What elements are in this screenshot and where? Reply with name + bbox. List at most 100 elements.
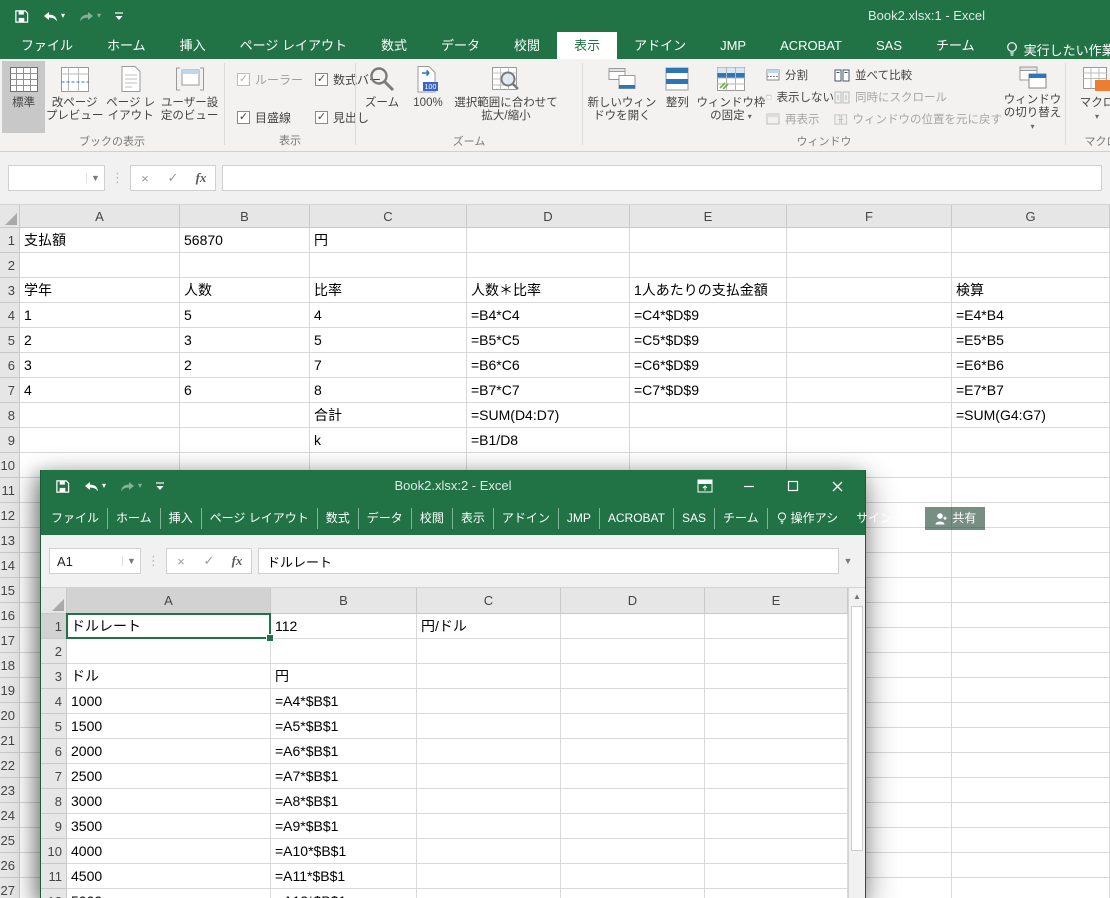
sheet1-cell-A3[interactable]: 学年 <box>20 278 180 303</box>
sheet2-cell-B8[interactable]: =A8*$B$1 <box>271 789 417 814</box>
sheet2-column-header-E[interactable]: E <box>705 588 848 614</box>
formula-expand-icon[interactable]: ▼ <box>839 556 857 566</box>
tab-review[interactable]: 校閲 <box>412 508 453 529</box>
sheet1-cell-A5[interactable]: 2 <box>20 328 180 353</box>
sheet2-cell-B3[interactable]: 円 <box>271 664 417 689</box>
macros-button[interactable]: マクロ▾ <box>1068 61 1110 133</box>
sheet1-cell-G6[interactable]: =E6*B6 <box>952 353 1110 378</box>
sheet2-column-header-C[interactable]: C <box>417 588 561 614</box>
sheet2-cell-C12[interactable] <box>417 889 561 898</box>
sheet1-cell-G22[interactable] <box>952 753 1110 778</box>
tab-add-ins[interactable]: アドイン <box>494 508 559 529</box>
sheet1-cell-G11[interactable] <box>952 478 1110 503</box>
sheet1-row-header-20[interactable]: 20 <box>0 703 20 728</box>
sheet2-cell-D12[interactable] <box>561 889 705 898</box>
sheet2-cell-D1[interactable] <box>561 614 705 639</box>
sheet1-cell-G5[interactable]: =E5*B5 <box>952 328 1110 353</box>
sheet1-row-header-15[interactable]: 15 <box>0 578 20 603</box>
ruler-checkbox[interactable]: ✓ルーラー <box>237 71 303 88</box>
sheet2-cell-C9[interactable] <box>417 814 561 839</box>
sheet1-cell-C9[interactable]: k <box>310 428 467 453</box>
sheet1-row-header-10[interactable]: 10 <box>0 453 20 478</box>
sheet1-cell-D5[interactable]: =B5*C5 <box>467 328 630 353</box>
tab-jmp[interactable]: JMP <box>703 32 763 59</box>
sheet1-cell-E7[interactable]: =C7*$D$9 <box>630 378 787 403</box>
sheet1-cell-G24[interactable] <box>952 803 1110 828</box>
sheet2-cell-D7[interactable] <box>561 764 705 789</box>
sheet1-column-header-G[interactable]: G <box>952 205 1110 228</box>
sheet1-cell-C8[interactable]: 合計 <box>310 403 467 428</box>
switch-windows-button[interactable]: ウィンドウの切り替え ▾ <box>1002 61 1063 133</box>
sheet1-row-header-22[interactable]: 22 <box>0 753 20 778</box>
page-layout-button[interactable]: ページ レイアウト <box>104 61 157 133</box>
sheet1-cell-F6[interactable] <box>787 353 952 378</box>
sheet2-cell-A1[interactable]: ドルレート <box>67 614 271 639</box>
tell-me-box[interactable]: 実行したい作業を入力してください... <box>1006 40 1110 59</box>
redo-button[interactable]: ▾ <box>78 10 101 23</box>
sheet2-cell-E1[interactable] <box>705 614 848 639</box>
customize-qat-button[interactable] <box>114 11 124 21</box>
sheet1-cell-E4[interactable]: =C4*$D$9 <box>630 303 787 328</box>
sheet1-cell-G8[interactable]: =SUM(G4:G7) <box>952 403 1110 428</box>
sheet2-column-header-B[interactable]: B <box>271 588 417 614</box>
formula-bar-separator[interactable]: ⋮ <box>105 170 130 186</box>
synchronous-scrolling-button[interactable]: 同時にスクロール <box>834 87 1002 107</box>
tab-jmp[interactable]: JMP <box>559 508 600 529</box>
tab-data[interactable]: データ <box>359 508 412 529</box>
page-break-preview-button[interactable]: 改ページ プレビュー <box>45 61 104 133</box>
sheet1-cell-G16[interactable] <box>952 603 1110 628</box>
sheet1-row-header-8[interactable]: 8 <box>0 403 20 428</box>
sheet1-cell-F1[interactable] <box>787 228 952 253</box>
sheet1-cell-C3[interactable]: 比率 <box>310 278 467 303</box>
sheet2-cell-D3[interactable] <box>561 664 705 689</box>
fx-icon[interactable]: fx <box>187 170 215 186</box>
normal-view-button[interactable]: 標準 <box>2 61 45 133</box>
sheet2-cell-A3[interactable]: ドル <box>67 664 271 689</box>
sheet2-cell-C8[interactable] <box>417 789 561 814</box>
name-box-caret-icon[interactable]: ▼ <box>122 556 140 566</box>
tab-sas[interactable]: SAS <box>674 508 715 529</box>
sheet1-column-header-E[interactable]: E <box>630 205 787 228</box>
vertical-scrollbar[interactable]: ▲ <box>848 588 865 898</box>
sheet1-cell-B4[interactable]: 5 <box>180 303 310 328</box>
sheet2-cell-A8[interactable]: 3000 <box>67 789 271 814</box>
sheet1-cell-F8[interactable] <box>787 403 952 428</box>
sheet1-row-header-5[interactable]: 5 <box>0 328 20 353</box>
sheet2-cell-D9[interactable] <box>561 814 705 839</box>
sheet2-cell-A4[interactable]: 1000 <box>67 689 271 714</box>
tab-team[interactable]: チーム <box>715 508 768 529</box>
sheet2-row-header-6[interactable]: 6 <box>41 739 67 764</box>
ribbon-display-options-button[interactable] <box>683 470 727 502</box>
sheet1-cell-F7[interactable] <box>787 378 952 403</box>
cancel-icon[interactable]: × <box>131 171 159 186</box>
split-button[interactable]: 分割 <box>766 65 834 85</box>
sheet2-cell-D4[interactable] <box>561 689 705 714</box>
sheet1-cell-G21[interactable] <box>952 728 1110 753</box>
sheet1-cell-F9[interactable] <box>787 428 952 453</box>
minimize-button[interactable] <box>727 470 771 502</box>
sheet2-cell-B4[interactable]: =A4*$B$1 <box>271 689 417 714</box>
maximize-button[interactable] <box>771 470 815 502</box>
sheet2-cell-E10[interactable] <box>705 839 848 864</box>
sheet1-row-header-3[interactable]: 3 <box>0 278 20 303</box>
sheet2-cell-C6[interactable] <box>417 739 561 764</box>
tab-file[interactable]: ファイル <box>4 32 90 59</box>
sheet1-cell-C2[interactable] <box>310 253 467 278</box>
sheet1-cell-D8[interactable]: =SUM(D4:D7) <box>467 403 630 428</box>
sheet1-cell-G14[interactable] <box>952 553 1110 578</box>
tab-acrobat[interactable]: ACROBAT <box>600 508 674 529</box>
sheet1-cell-A9[interactable] <box>20 428 180 453</box>
sheet1-cell-G15[interactable] <box>952 578 1110 603</box>
sheet1-cell-G25[interactable] <box>952 828 1110 853</box>
sheet1-cell-G1[interactable] <box>952 228 1110 253</box>
sheet2-row-header-10[interactable]: 10 <box>41 839 67 864</box>
sheet1-cell-F2[interactable] <box>787 253 952 278</box>
sheet2-cell-E11[interactable] <box>705 864 848 889</box>
sheet2-cell-C5[interactable] <box>417 714 561 739</box>
sheet2-row-header-5[interactable]: 5 <box>41 714 67 739</box>
sheet2-cell-B11[interactable]: =A11*$B$1 <box>271 864 417 889</box>
sheet2-cell-A9[interactable]: 3500 <box>67 814 271 839</box>
sheet1-cell-G17[interactable] <box>952 628 1110 653</box>
sheet2-cell-E5[interactable] <box>705 714 848 739</box>
sheet2-row-header-12[interactable]: 12 <box>41 889 67 898</box>
